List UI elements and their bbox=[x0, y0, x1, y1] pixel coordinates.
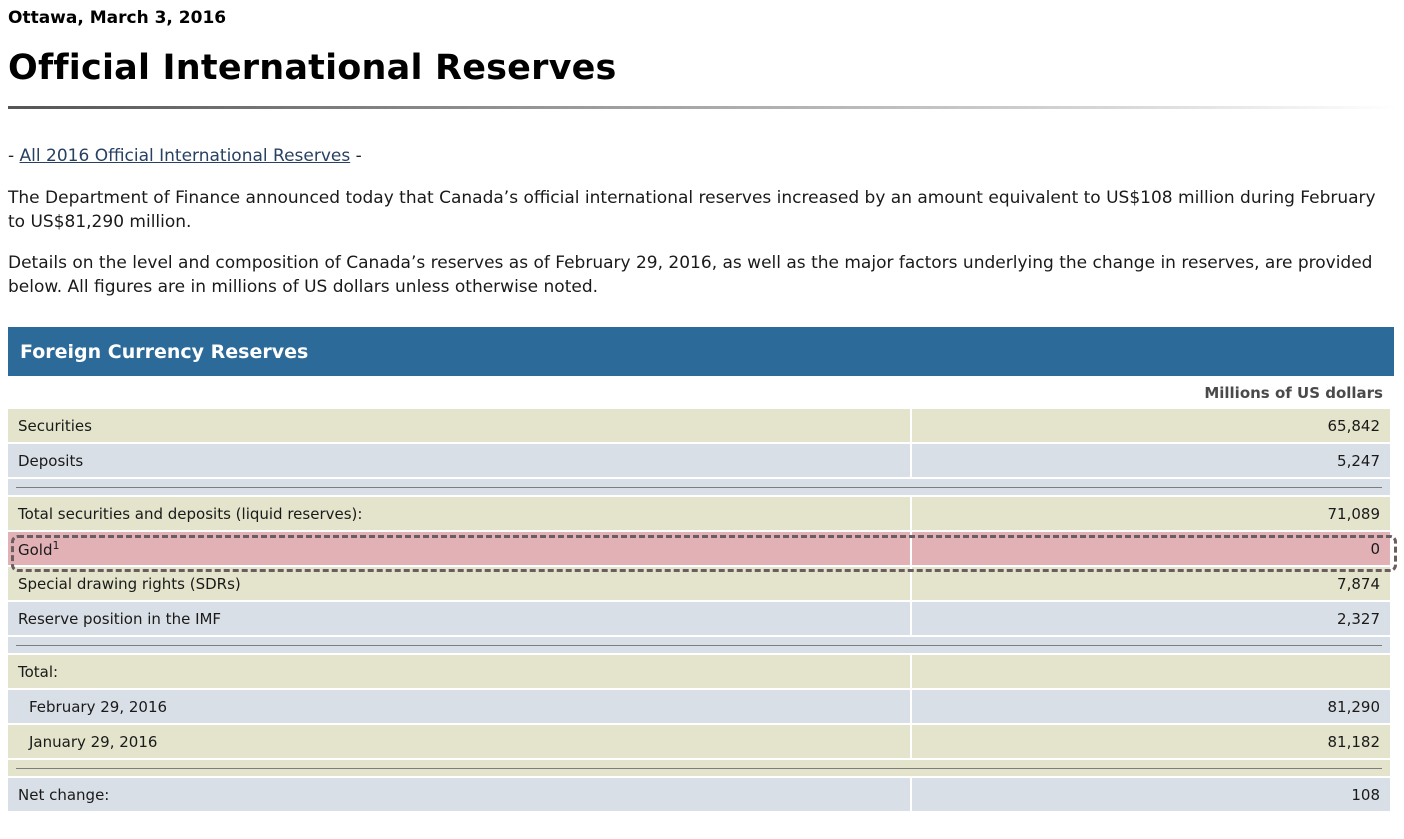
row-label: Reserve position in the IMF bbox=[8, 602, 910, 635]
separator-cell bbox=[8, 637, 1390, 653]
table-separator bbox=[8, 760, 1390, 776]
row-label: Special drawing rights (SDRs) bbox=[8, 567, 910, 600]
units-label: Millions of US dollars bbox=[1204, 384, 1383, 402]
row-label: January 29, 2016 bbox=[8, 725, 910, 758]
links-prefix: - bbox=[8, 146, 20, 166]
row-label: Gold1 bbox=[8, 532, 910, 565]
table-separator bbox=[8, 637, 1390, 653]
row-label: Total securities and deposits (liquid re… bbox=[8, 497, 910, 530]
row-label: Total: bbox=[8, 655, 910, 688]
separator-line bbox=[16, 767, 1382, 769]
title-divider bbox=[8, 106, 1398, 109]
separator-line bbox=[16, 644, 1382, 646]
row-value: 71,089 bbox=[912, 497, 1390, 530]
table-row-securities: Securities 65,842 bbox=[8, 409, 1390, 442]
row-label: Net change: bbox=[8, 778, 910, 811]
row-value: 2,327 bbox=[912, 602, 1390, 635]
gold-footnote-ref[interactable]: 1 bbox=[53, 539, 60, 552]
reserves-table: Securities 65,842 Deposits 5,247 Total s… bbox=[6, 407, 1392, 813]
row-value: 7,874 bbox=[912, 567, 1390, 600]
table-row-total-liquid: Total securities and deposits (liquid re… bbox=[8, 497, 1390, 530]
page-title: Official International Reserves bbox=[8, 48, 617, 88]
row-value: 65,842 bbox=[912, 409, 1390, 442]
separator-cell bbox=[8, 760, 1390, 776]
separator-cell bbox=[8, 479, 1390, 495]
dateline: Ottawa, March 3, 2016 bbox=[8, 8, 227, 28]
table-row-imf: Reserve position in the IMF 2,327 bbox=[8, 602, 1390, 635]
separator-line bbox=[16, 486, 1382, 488]
row-value: 81,290 bbox=[912, 690, 1390, 723]
intro-paragraph: The Department of Finance announced toda… bbox=[8, 188, 1376, 232]
details-paragraph: Details on the level and composition of … bbox=[8, 253, 1373, 297]
table-row-feb: February 29, 2016 81,290 bbox=[8, 690, 1390, 723]
table-row-net-change: Net change: 108 bbox=[8, 778, 1390, 811]
row-value: 108 bbox=[912, 778, 1390, 811]
table-separator bbox=[8, 479, 1390, 495]
row-value bbox=[912, 655, 1390, 688]
related-links: - All 2016 Official International Reserv… bbox=[8, 146, 362, 166]
row-label: February 29, 2016 bbox=[8, 690, 910, 723]
table-row-total: Total: bbox=[8, 655, 1390, 688]
table-row-jan: January 29, 2016 81,182 bbox=[8, 725, 1390, 758]
row-value: 5,247 bbox=[912, 444, 1390, 477]
links-suffix: - bbox=[350, 146, 362, 166]
row-label: Deposits bbox=[8, 444, 910, 477]
gold-label: Gold bbox=[18, 540, 53, 559]
table-row-gold: Gold1 0 bbox=[8, 532, 1390, 565]
row-value: 81,182 bbox=[912, 725, 1390, 758]
row-label: Securities bbox=[8, 409, 910, 442]
all-2016-reserves-link[interactable]: All 2016 Official International Reserves bbox=[20, 146, 351, 166]
row-value: 0 bbox=[912, 532, 1390, 565]
table-row-sdr: Special drawing rights (SDRs) 7,874 bbox=[8, 567, 1390, 600]
reserves-panel-heading: Foreign Currency Reserves bbox=[8, 327, 1394, 376]
table-row-deposits: Deposits 5,247 bbox=[8, 444, 1390, 477]
